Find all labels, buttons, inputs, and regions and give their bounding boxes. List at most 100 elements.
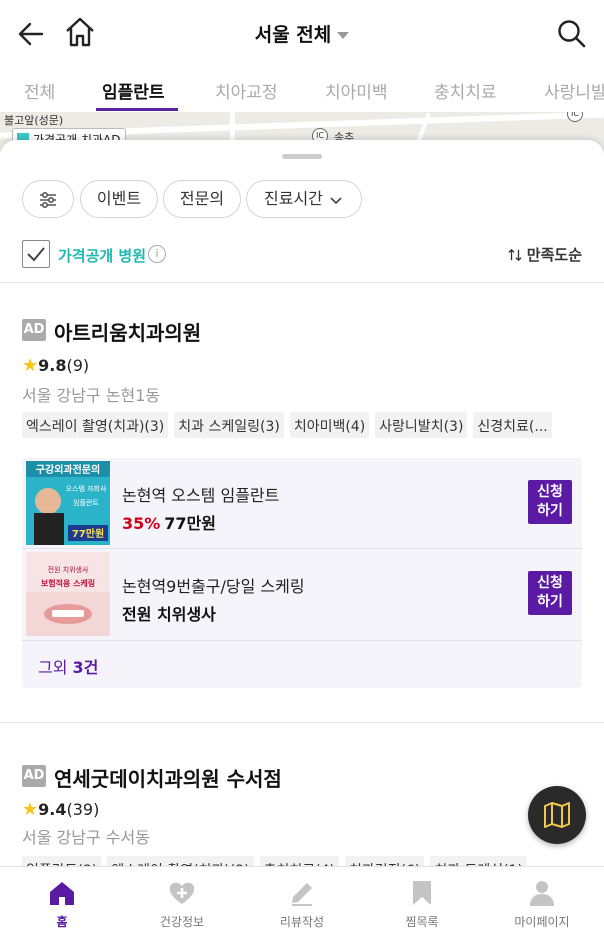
discount-rate: 35% [122,514,161,533]
rating-score: 9.8 [38,356,67,375]
tab-wisdom-tooth[interactable]: 사랑니발 [544,78,604,103]
review-count: (39) [66,800,100,819]
sort-button[interactable]: 만족도순 [507,244,582,265]
nav-write-review-label: 리뷰작성 [279,915,325,929]
filter-event-chip[interactable]: 이벤트 [80,180,158,218]
event-price: 35% 77만원 [122,510,216,534]
clinic-rating: ★9.4(39) [22,799,99,820]
ad-badge: AD [22,319,46,341]
top-bar: 서울 전체 [0,0,604,68]
info-icon[interactable]: i [148,245,166,263]
pencil-icon [292,883,312,906]
divider [22,640,582,641]
nav-saved-list[interactable]: 찜목록 [362,867,482,937]
region-selector[interactable]: 서울 전체 [0,20,604,47]
price: 77만원 [164,514,217,533]
nav-my-page-label: 마이페이지 [514,915,570,929]
event-thumbnail-image: 구강외과전문의 오스템 자회사 임플란트 77만원 [26,461,110,545]
apply-button[interactable]: 신청하기 [528,480,572,524]
filter-settings-button[interactable] [22,180,74,218]
clinic-name[interactable]: 아트리움치과의원 [54,317,201,346]
apply-label: 신청 [537,484,563,500]
nav-health-info-label: 건강정보 [159,915,205,929]
rating-score: 9.4 [38,800,67,819]
filter-hours-label: 진료시간 [264,189,323,208]
region-title: 서울 전체 [254,24,332,46]
star-icon: ★ [22,799,39,820]
event-item[interactable]: 전원 치위생사 보험적용 스케링 논현역9번출구/당일 스케링 전원 치위생사 … [22,549,582,639]
treatment-tag: 신경치료(... [473,412,552,438]
thumb-text: 보험적용 스케링 [41,578,95,588]
person-icon [530,881,554,906]
clinic-card[interactable]: AD 아트리움치과의원 ★9.8(9) 서울 강남구 논현1동 엑스레이 촬영(… [0,283,604,723]
map-view-button[interactable] [528,786,586,844]
price-open-label: 가격공개 병원 [58,247,147,265]
sliders-icon [40,191,56,208]
map-icon [544,802,570,828]
event-list: 구강외과전문의 오스템 자회사 임플란트 77만원 논현역 오스템 임플란트 3… [22,458,582,688]
category-tabs: 전체 임플란트 치아교정 치아미백 충치치료 사랑니발 [0,68,604,112]
nav-my-page[interactable]: 마이페이지 [482,867,602,937]
price: 전원 치위생사 [122,605,216,624]
apply-label: 신청 [537,575,563,591]
check-icon [27,247,45,262]
treatment-tag: 치과 스케일링(3) [174,412,284,438]
star-icon: ★ [22,355,39,376]
tab-implant[interactable]: 임플란트 [102,78,165,103]
clinic-rating: ★9.8(9) [22,355,89,376]
sort-arrows-icon [507,248,522,262]
filter-specialist-chip[interactable]: 전문의 [163,180,241,218]
heart-plus-icon [169,882,195,904]
nav-health-info[interactable]: 건강정보 [122,867,242,937]
interchange-icon: IC [567,112,583,122]
treatment-tag: 치아미백(4) [289,412,370,438]
thumb-text: 77만원 [72,527,104,540]
nav-write-review[interactable]: 리뷰작성 [242,867,362,937]
tab-all[interactable]: 전체 [24,78,55,103]
thumb-text: 전원 치위생사 [48,565,89,574]
thumb-text: 임플란트 [73,499,99,507]
ad-badge: AD [22,765,46,787]
bottom-navigation: 홈 건강정보 리뷰작성 찜목록 마이페이지 [0,866,604,937]
clinic-card[interactable]: AD 연세굿데이치과의원 수서점 ★9.4(39) 서울 강남구 수서동 임플란… [0,723,604,870]
tab-orthodontics[interactable]: 치아교정 [215,78,278,103]
event-title: 논현역 오스템 임플란트 [122,486,280,505]
treatment-tag: 사랑니발치(3) [375,412,468,438]
clinic-address: 서울 강남구 수서동 [22,828,150,847]
sheet-handle[interactable] [282,154,322,159]
more-prefix: 그외 [38,658,73,677]
event-thumbnail: 전원 치위생사 보험적용 스케링 [26,552,110,636]
tab-cavity[interactable]: 충치치료 [434,78,497,103]
apply-button[interactable]: 신청하기 [528,571,572,615]
tab-whitening[interactable]: 치아미백 [325,78,388,103]
more-count: 3건 [72,658,99,677]
treatment-tags: 엑스레이 촬영(치과)(3) 치과 스케일링(3) 치아미백(4) 사랑니발치(3) 신… [22,412,604,438]
event-item[interactable]: 구강외과전문의 오스템 자회사 임플란트 77만원 논현역 오스템 임플란트 3… [22,458,582,548]
filter-hours-chip[interactable]: 진료시간 [246,180,362,218]
clinic-name[interactable]: 연세굿데이치과의원 수서점 [54,763,282,792]
event-title: 논현역9번출구/당일 스케링 [122,577,305,596]
price-open-checkbox[interactable] [22,240,50,268]
apply-label: 하기 [537,594,563,610]
active-tab-indicator [96,108,178,111]
apply-label: 하기 [537,503,563,519]
caret-down-icon [337,32,350,39]
treatment-tag: 엑스레이 촬영(치과)(3) [22,412,169,438]
results-sheet: 이벤트 전문의 진료시간 가격공개 병원 i 만족도순 AD 아트리움치과의원 … [0,140,604,870]
sort-label: 만족도순 [526,246,582,264]
event-thumbnail: 구강외과전문의 오스템 자회사 임플란트 77만원 [26,461,110,545]
nav-saved-list-label: 찜목록 [405,915,439,929]
map-place-label: 불고앞(성문) [4,114,64,127]
thumb-text: 오스템 자회사 [66,484,107,493]
bookmark-icon [413,881,431,905]
chevron-down-icon [330,196,342,204]
nav-home[interactable]: 홈 [2,867,122,937]
search-icon[interactable] [556,18,586,48]
nav-home-label: 홈 [56,915,68,929]
more-events-link[interactable]: 그외 3건 [38,654,98,678]
home-icon [50,882,74,905]
thumb-text: 구강외과전문의 [36,463,100,476]
clinic-address: 서울 강남구 논현1동 [22,386,161,405]
event-price: 전원 치위생사 [122,601,216,625]
review-count: (9) [66,356,90,375]
